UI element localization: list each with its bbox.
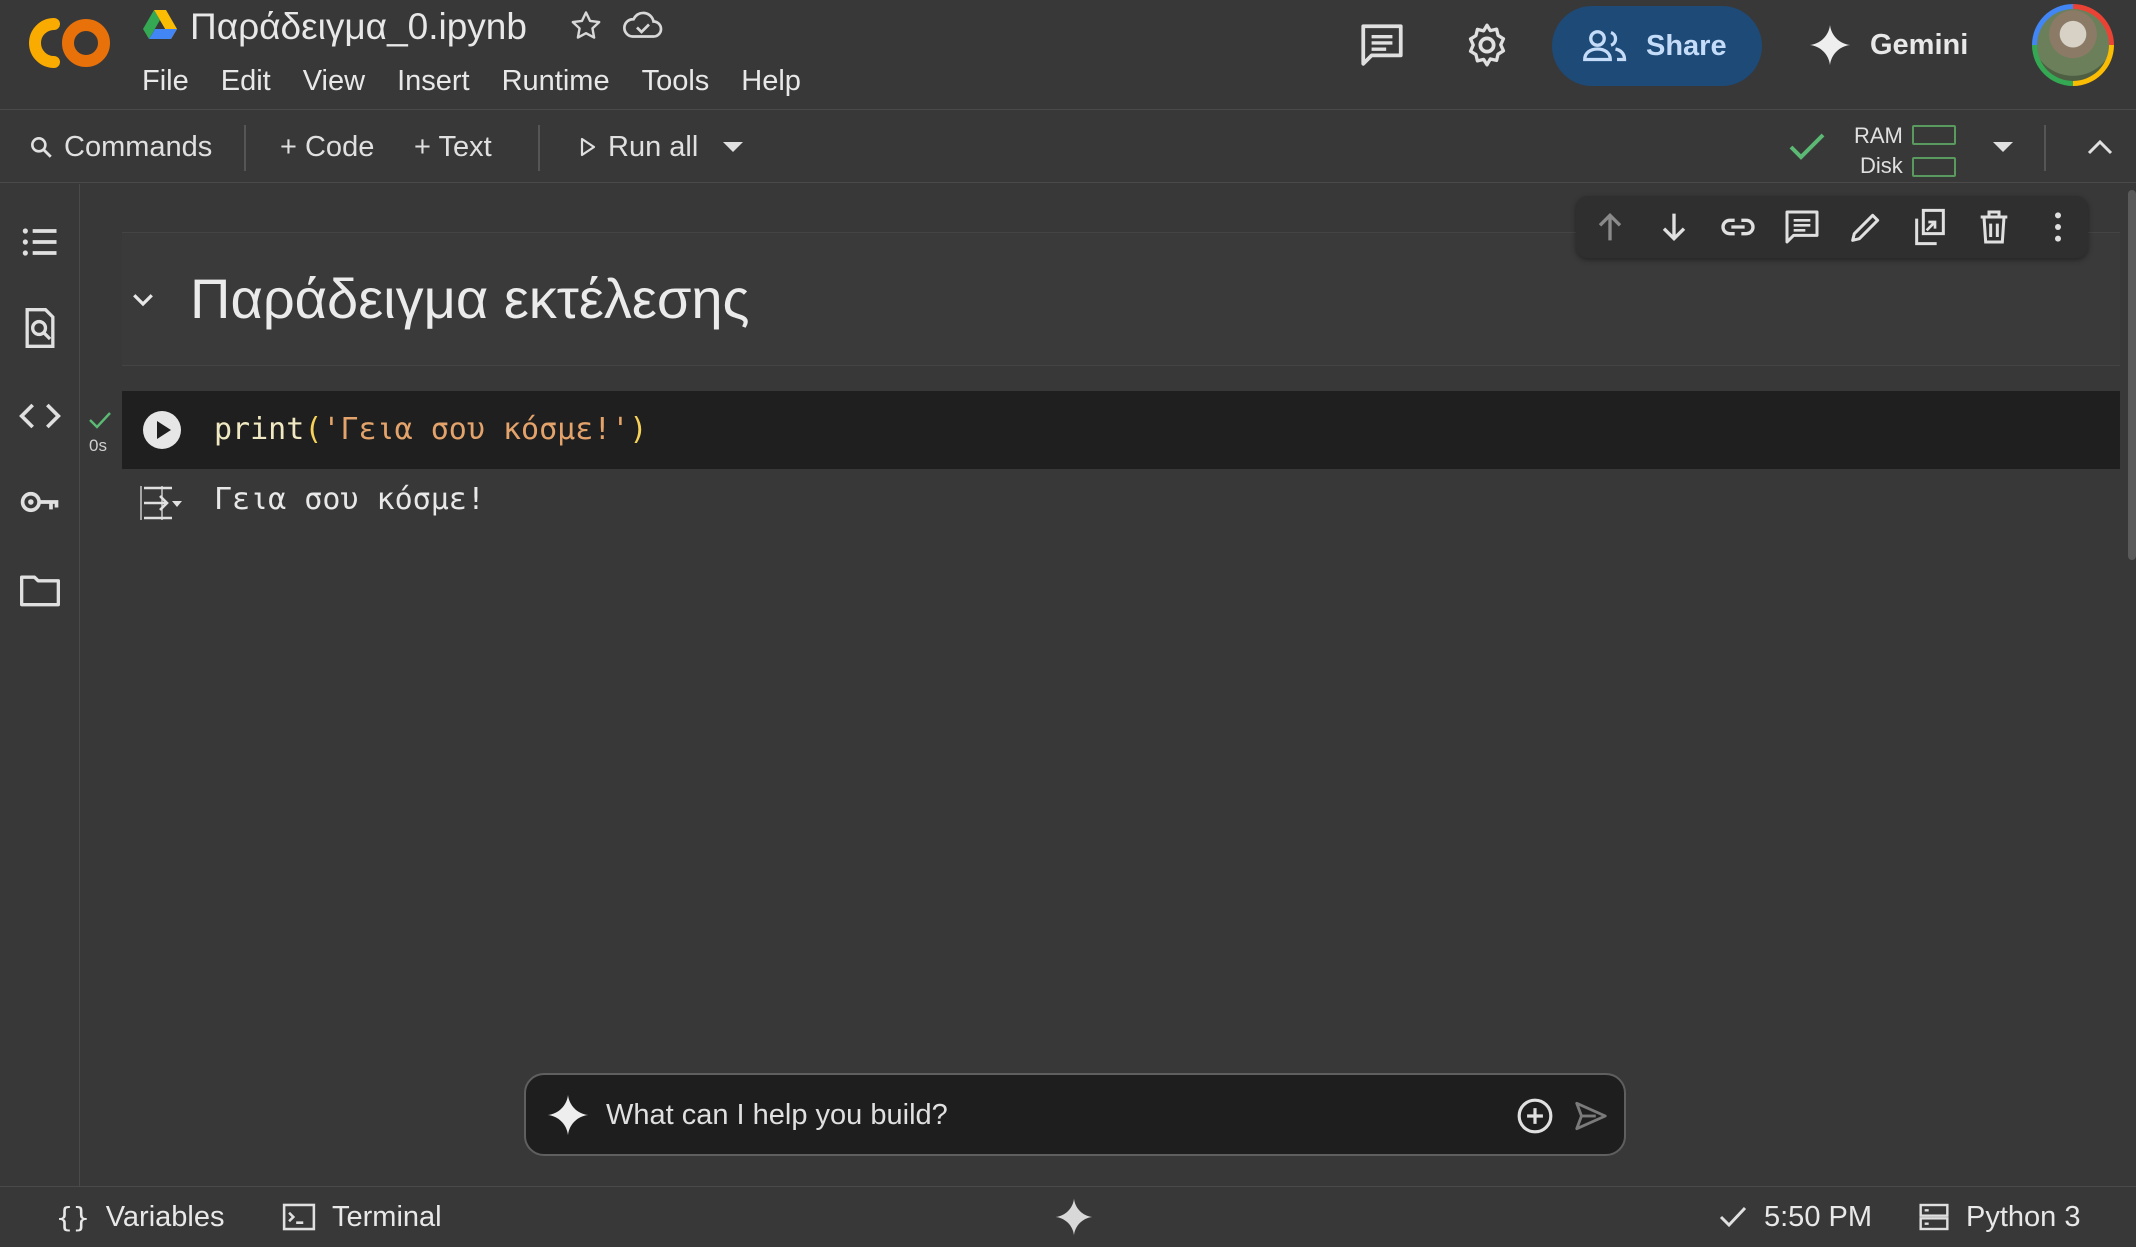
gemini-sparkle-icon: [1808, 23, 1852, 67]
run-all-label: Run all: [608, 130, 699, 163]
play-outline-icon: [578, 136, 598, 158]
code-function: print: [214, 412, 305, 447]
files-folder-icon[interactable]: [18, 568, 62, 612]
execution-time-label: 5:50 PM: [1764, 1200, 1872, 1233]
menu-insert[interactable]: Insert: [397, 60, 486, 102]
search-icon: [28, 134, 54, 160]
more-options-icon[interactable]: [2038, 207, 2078, 247]
table-of-contents-icon[interactable]: [18, 220, 62, 264]
disk-label: Disk: [1860, 153, 1903, 178]
status-bar: {} Variables Terminal 5:50 PM Python 3: [0, 1186, 2136, 1246]
terminal-label: Terminal: [332, 1200, 442, 1233]
execution-status[interactable]: 5:50 PM: [1718, 1187, 1872, 1247]
chevron-up-icon: [2086, 138, 2114, 156]
chevron-down-icon[interactable]: [128, 284, 158, 314]
comment-icon[interactable]: [1782, 207, 1822, 247]
menu-runtime[interactable]: Runtime: [502, 60, 626, 102]
gemini-button[interactable]: Gemini: [1808, 18, 1968, 72]
gemini-status-icon[interactable]: [1054, 1187, 1094, 1247]
cell-output: Γεια σου κόσμε!: [214, 482, 485, 517]
gemini-label: Gemini: [1870, 28, 1969, 61]
code-editor-line[interactable]: print('Γεια σου κόσμε!'): [214, 410, 647, 450]
braces-icon: {}: [56, 1200, 90, 1234]
header: Παράδειγμα_0.ipynb File Edit View Insert…: [0, 0, 2136, 110]
cell-toolbar: [1576, 196, 2088, 258]
google-drive-icon[interactable]: [143, 10, 177, 40]
left-sidebar: [0, 184, 80, 1186]
ram-disk-indicator[interactable]: RAM Disk: [1852, 117, 1962, 179]
menu-tools[interactable]: Tools: [642, 60, 726, 102]
menu-bar: File Edit View Insert Runtime Tools Help: [142, 60, 833, 102]
commands-button[interactable]: Commands: [28, 111, 212, 183]
runtime-dropdown[interactable]: [1990, 111, 2016, 183]
delete-icon[interactable]: [1974, 207, 2014, 247]
colab-logo[interactable]: [24, 10, 114, 76]
run-cell-button[interactable]: [142, 410, 182, 450]
menu-file[interactable]: File: [142, 60, 205, 102]
send-icon[interactable]: [1572, 1097, 1610, 1135]
disk-bar: [1912, 157, 1956, 177]
avatar-image: [2037, 9, 2109, 81]
run-all-button[interactable]: Run all: [578, 111, 698, 183]
terminal-button[interactable]: Terminal: [282, 1187, 442, 1247]
code-string: 'Γεια σου κόσμε!': [322, 412, 630, 447]
add-attachment-icon[interactable]: [1516, 1097, 1554, 1135]
terminal-icon: [282, 1202, 316, 1232]
move-up-icon[interactable]: [1590, 207, 1630, 247]
variables-label: Variables: [105, 1200, 225, 1233]
code-paren-open: (: [304, 412, 323, 447]
check-icon: [1718, 1205, 1748, 1229]
gemini-sparkle-icon: [546, 1093, 590, 1137]
link-icon[interactable]: [1718, 207, 1758, 247]
toolbar-divider: [2044, 125, 2046, 171]
gemini-prompt-box: [524, 1073, 1626, 1156]
find-replace-icon[interactable]: [18, 306, 62, 350]
star-icon[interactable]: [568, 8, 604, 44]
server-icon: [1918, 1201, 1950, 1233]
connected-check-icon: [1788, 111, 1826, 183]
execution-time: 0s: [89, 436, 107, 455]
variables-button[interactable]: {} Variables: [56, 1187, 224, 1247]
runtime-label: Python 3: [1966, 1200, 2081, 1233]
secrets-key-icon[interactable]: [18, 480, 62, 524]
gemini-prompt-input[interactable]: [606, 1087, 1506, 1143]
collapse-header-button[interactable]: [2086, 111, 2114, 183]
code-snippets-icon[interactable]: [18, 394, 62, 438]
ram-bar: [1912, 125, 1956, 145]
share-button[interactable]: Share: [1552, 6, 1762, 86]
executed-check-icon: [88, 410, 112, 430]
mirror-cell-icon[interactable]: [1910, 207, 1950, 247]
gear-icon[interactable]: [1462, 20, 1512, 70]
caret-down-icon: [1990, 139, 2016, 155]
notebook-toolbar: Commands + Code + Text Run all RAM Disk: [0, 111, 2136, 183]
output-actions-icon[interactable]: [140, 482, 186, 524]
add-code-button[interactable]: + Code: [280, 111, 374, 183]
run-all-dropdown[interactable]: [720, 111, 746, 183]
runtime-status[interactable]: Python 3: [1918, 1187, 2080, 1247]
toolbar-divider: [244, 125, 246, 171]
menu-edit[interactable]: Edit: [221, 60, 287, 102]
toolbar-divider: [538, 125, 540, 171]
notebook-scrollbar[interactable]: [2128, 190, 2136, 560]
people-icon: [1582, 28, 1628, 64]
notebook-title[interactable]: Παράδειγμα_0.ipynb: [190, 2, 527, 52]
cloud-saved-icon[interactable]: [622, 8, 664, 44]
edit-icon[interactable]: [1846, 207, 1886, 247]
commands-label: Commands: [64, 130, 213, 163]
comments-icon[interactable]: [1356, 20, 1408, 70]
section-heading: Παράδειγμα εκτέλεσης: [190, 267, 750, 330]
move-down-icon[interactable]: [1654, 207, 1694, 247]
menu-view[interactable]: View: [303, 60, 381, 102]
code-paren-close: ): [629, 412, 648, 447]
avatar[interactable]: [2032, 4, 2114, 86]
add-text-button[interactable]: + Text: [414, 111, 492, 183]
ram-label: RAM: [1854, 123, 1903, 148]
share-label: Share: [1646, 29, 1727, 62]
caret-down-icon: [720, 139, 746, 155]
menu-help[interactable]: Help: [741, 60, 817, 102]
